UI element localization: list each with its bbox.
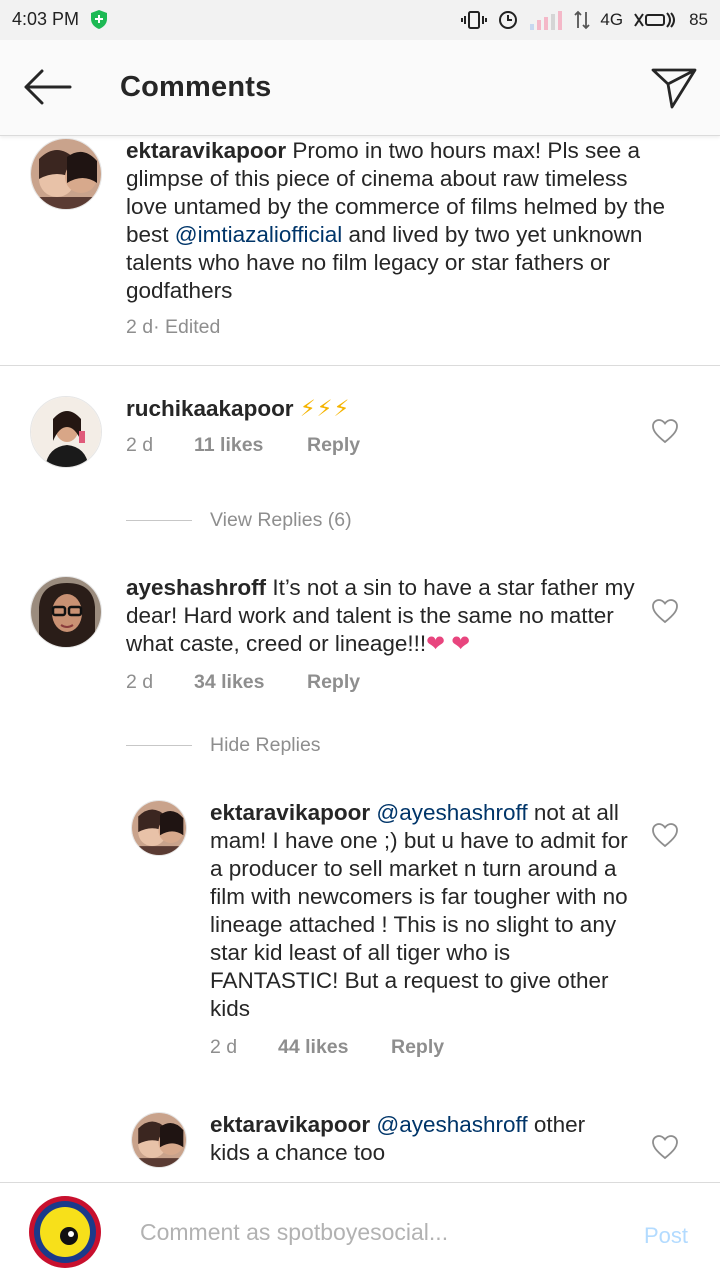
heart-icon[interactable] [651,822,679,848]
reply-button[interactable]: Reply [391,1036,444,1059]
profile-photo [31,577,101,647]
comment-username[interactable]: ayeshashroff [126,575,266,600]
reply-button[interactable]: Reply [307,434,360,457]
comments-header: Comments [0,40,720,136]
alarm-icon [499,11,518,29]
reply-text: not at all mam! I have one ;) but u have… [210,800,628,1021]
likes-count[interactable]: 44 likes [278,1036,391,1059]
avatar[interactable] [131,1112,187,1168]
shield-icon [91,10,107,29]
vibrate-icon [461,11,488,29]
comment-body: ruchikaakapoor ⚡⚡⚡ [126,395,646,423]
mention-link[interactable]: @ayeshashroff [376,800,527,825]
network-type: 4G [600,10,624,29]
back-button[interactable] [20,67,74,107]
avatar[interactable] [30,138,102,210]
view-replies-label: View Replies (6) [210,509,352,531]
profile-photo [132,801,186,855]
status-icons: 4G 85 [460,8,708,32]
profile-photo [31,397,101,467]
comment-body: ayeshashroff It’s not a sin to have a st… [126,574,636,658]
comment-item: ayeshashroff It’s not a sin to have a st… [0,572,720,702]
hide-replies-label: Hide Replies [210,734,321,756]
mention-link[interactable]: @imtiazaliofficial [175,222,342,247]
likes-count[interactable]: 34 likes [194,671,307,694]
comment-time: 2 d [126,434,154,456]
edited-label: · Edited [153,316,221,338]
avatar[interactable] [131,800,187,856]
status-bar: 4:03 PM 4G 85 [0,0,720,40]
comment-time: 2 d [126,671,154,693]
heart-icon[interactable] [651,1134,679,1160]
heart-icon[interactable] [651,598,679,624]
signal-icon [530,11,563,30]
comment-meta: 2 d 34 likes Reply [126,671,360,694]
likes-count[interactable]: 11 likes [194,434,307,457]
paper-plane-icon [651,68,697,109]
caption-divider [0,365,720,366]
toggle-line [126,520,192,521]
post-button[interactable]: Post [644,1223,688,1249]
page-title: Comments [120,71,272,103]
heart-icon[interactable] [651,418,679,444]
toggle-line [126,745,192,746]
direct-message-button[interactable] [650,66,698,110]
comment-meta: 2 d · Edited [126,316,220,339]
battery-level: 85 [689,10,708,29]
avatar[interactable] [30,576,102,648]
comment-username[interactable]: ektaravikapoor [126,138,286,163]
comment-input[interactable]: Comment as spotboyesocial... [140,1219,448,1246]
reply-item: ektaravikapoor @ayeshashroff not at all … [0,796,720,1066]
comment-item: ruchikaakapoor ⚡⚡⚡ 2 d 11 likes Reply [0,390,720,490]
view-replies-button[interactable]: View Replies (6) [126,509,352,532]
comment-text: ⚡⚡⚡ [299,396,351,421]
profile-photo [31,139,101,209]
heart-emoji: ❤ ❤ [426,631,471,656]
own-avatar[interactable] [28,1195,102,1269]
arrow-left-icon [24,69,72,105]
reply-body: ektaravikapoor @ayeshashroff other kids … [210,1111,630,1167]
reply-meta: 2 d 44 likes Reply [210,1036,444,1059]
comment-username[interactable]: ruchikaakapoor [126,396,294,421]
data-transfer-icon [574,10,591,30]
caption-comment: ektaravikapoor Promo in two hours max! P… [0,136,720,366]
avatar[interactable] [30,396,102,468]
comment-meta: 2 d 11 likes Reply [126,434,360,457]
reply-username[interactable]: ektaravikapoor [210,1112,370,1137]
reply-button[interactable]: Reply [307,671,360,694]
battery-saver-icon [634,12,676,28]
hide-replies-button[interactable]: Hide Replies [126,734,321,757]
reply-item: ektaravikapoor @ayeshashroff other kids … [0,1108,720,1182]
comment-composer: Comment as spotboyesocial... Post [0,1182,720,1280]
reply-time: 2 d [210,1036,238,1058]
comment-time: 2 d [126,316,154,338]
profile-photo [132,1113,186,1167]
status-time: 4:03 PM [12,9,80,29]
comment-body: ektaravikapoor Promo in two hours max! P… [126,137,666,305]
mention-link[interactable]: @ayeshashroff [376,1112,527,1137]
reply-username[interactable]: ektaravikapoor [210,800,370,825]
reply-body: ektaravikapoor @ayeshashroff not at all … [210,799,630,1023]
